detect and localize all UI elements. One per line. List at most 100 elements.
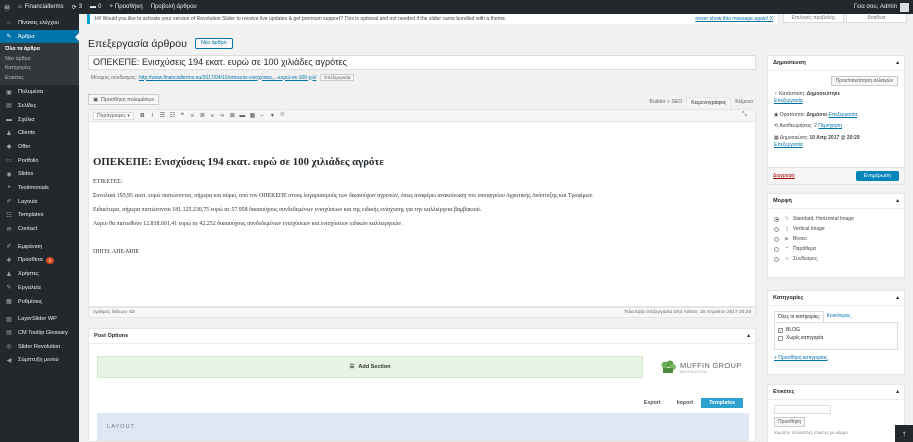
format-option[interactable]: ▯ Vertical Image — [768, 224, 904, 234]
tab-text[interactable]: Κείμενο — [731, 97, 757, 108]
preview-changes-button[interactable]: Προεπισκόπηση αλλαγών — [830, 76, 898, 86]
screen-options-button[interactable]: Επιλογές προβολής — [783, 14, 844, 23]
submenu-item[interactable]: Κατηγορίες — [0, 64, 79, 74]
sidebar-item[interactable]: ✎ Εργαλεία — [0, 281, 79, 295]
submenu-item[interactable]: Όλα τα άρθρα — [0, 45, 79, 55]
permalink-edit-button[interactable]: Επεξεργασία — [320, 74, 355, 81]
format-radio[interactable] — [774, 256, 779, 262]
format-radio[interactable] — [774, 236, 779, 242]
help-button[interactable]: Βοήθεια — [846, 14, 907, 23]
category-checkbox[interactable]: ✓ — [778, 327, 783, 333]
bullet-list-icon[interactable]: ☰ — [158, 113, 167, 119]
plugin-icon[interactable]: ⟐ — [278, 112, 287, 119]
sidebar-item[interactable]: ▬ Σχόλια — [0, 113, 79, 127]
import-button[interactable]: Import — [669, 398, 701, 408]
update-button[interactable]: Ενημέρωση — [855, 171, 899, 181]
post-options-header[interactable]: Post Options ▴ — [89, 329, 755, 344]
unlink-icon[interactable]: ⊠ — [228, 113, 237, 119]
view-post-link[interactable]: Προβολή άρθρου — [147, 0, 201, 14]
templates-button[interactable]: Templates — [701, 398, 743, 408]
revisions-browse-link[interactable]: Περιήγηση — [818, 123, 842, 129]
align-center-icon[interactable]: ≣ — [198, 113, 207, 119]
tab-popular-categories[interactable]: Κοινότερες — [824, 311, 854, 322]
editor-content[interactable]: ΟΠΕΚΕΠΕ: Ενισχύσεις 194 εκατ. ευρώ σε 10… — [88, 122, 756, 307]
format-option[interactable]: ∞ Σύνδεσμος — [768, 254, 904, 264]
sidebar-item[interactable]: ✐ Εμφάνιση — [0, 240, 79, 254]
collapse-arrow-icon[interactable]: ▴ — [896, 389, 899, 395]
sidebar-item[interactable]: ▦ Ρυθμίσεις — [0, 295, 79, 309]
collapse-arrow-icon[interactable]: ▴ — [896, 198, 899, 204]
link-icon[interactable]: ∞ — [218, 113, 227, 119]
tag-input[interactable] — [774, 405, 831, 414]
permalink-url[interactable]: http://www.financialterms.eu/2017/04/10/… — [139, 75, 316, 81]
category-item[interactable]: ✓ BLOG — [778, 326, 894, 334]
collapse-arrow-icon[interactable]: ▴ — [747, 333, 750, 339]
site-name-link[interactable]: ⌂ Financialterms — [14, 0, 68, 14]
categories-header[interactable]: Κατηγορίες ▴ — [768, 291, 904, 306]
format-select[interactable]: Παράγραφος ▾ — [93, 111, 134, 120]
numbered-list-icon[interactable]: ☷ — [168, 113, 177, 119]
category-item[interactable]: Χωρίς κατηγορία — [778, 334, 894, 342]
sidebar-item[interactable]: ◉ Slides — [0, 168, 79, 182]
sidebar-item[interactable]: ❝ Testimonials — [0, 181, 79, 195]
sidebar-item[interactable]: ✎ Άρθρα — [0, 29, 79, 44]
layout-section[interactable]: LAYOUT — [97, 413, 749, 441]
published-edit-link[interactable]: Επεξεργασία — [774, 142, 803, 148]
sidebar-item[interactable]: ✐ Layouts — [0, 195, 79, 209]
blockquote-icon[interactable]: ❝ — [178, 113, 187, 119]
align-left-icon[interactable]: ≡ — [188, 113, 197, 119]
dropdown-icon[interactable]: ▾ — [268, 113, 277, 119]
new-content-link[interactable]: + Προσθήκη — [105, 0, 146, 14]
sidebar-item[interactable]: ◎ Slider Revolution — [0, 340, 79, 354]
sidebar-item[interactable]: ◀ Σύμπτυξη μενού — [0, 353, 79, 367]
post-title-input[interactable]: ΟΠΕΚΕΠΕ: Ενισχύσεις 194 εκατ. ευρώ σε 10… — [88, 55, 756, 70]
sidebar-item[interactable]: ✚ Πρόσθετα 3 — [0, 254, 79, 268]
sidebar-item[interactable]: ▤ CM Tooltip Glossary — [0, 326, 79, 340]
category-checkbox[interactable] — [778, 335, 783, 341]
add-category-link[interactable]: + Προσθήκη κατηγορίας — [774, 355, 898, 361]
shortcode-icon[interactable]: ⌐ — [258, 113, 267, 119]
updates-link[interactable]: ⟳ 3 — [68, 0, 86, 14]
align-right-icon[interactable]: ≡ — [208, 113, 217, 119]
italic-icon[interactable]: I — [148, 113, 157, 119]
collapse-arrow-icon[interactable]: ▴ — [896, 60, 899, 66]
notice-dismiss-link[interactable]: never show this message again! X — [695, 16, 777, 22]
sidebar-item[interactable]: ▭ Portfolio — [0, 154, 79, 168]
format-radio[interactable] — [774, 216, 779, 222]
add-tag-button[interactable]: Προσθήκη — [774, 417, 806, 427]
toolbar-toggle-icon[interactable]: ▦ — [248, 113, 257, 119]
sidebar-item[interactable]: ▣ Πολυμέσα — [0, 85, 79, 99]
format-radio[interactable] — [774, 226, 779, 232]
sidebar-item[interactable]: ♟ Clients — [0, 126, 79, 140]
add-new-post-button[interactable]: Νέο άρθρο — [195, 38, 233, 49]
trash-link[interactable]: Διαγραφή — [773, 173, 795, 179]
submenu-item[interactable]: Ετικέτες — [0, 74, 79, 84]
add-section-button[interactable]: ☰ Add Section — [97, 356, 643, 378]
format-header[interactable]: Μορφή ▴ — [768, 194, 904, 209]
sidebar-item[interactable]: ✉ Contact — [0, 222, 79, 236]
visibility-edit-link[interactable]: Επεξεργασία — [828, 112, 857, 118]
tab-all-categories[interactable]: Όλες οι κατηγορίες — [774, 311, 824, 322]
sidebar-item[interactable]: ♟ Χρήστες — [0, 267, 79, 281]
comments-link[interactable]: ▬ 0 — [86, 0, 105, 14]
export-button[interactable]: Export — [636, 398, 669, 408]
format-option[interactable]: ✎ Standard, Horizontal Image — [768, 214, 904, 224]
publish-header[interactable]: Δημοσίευση ▴ — [768, 56, 904, 71]
tab-builder-seo[interactable]: Builder » SEO — [645, 97, 686, 108]
sidebar-item[interactable]: ⌂ Πίνακας ελέγχου — [0, 16, 79, 30]
format-radio[interactable] — [774, 246, 779, 252]
format-option[interactable]: ▶ Βίντεο — [768, 234, 904, 244]
sidebar-item[interactable]: ▤ Σελίδες — [0, 99, 79, 113]
sidebar-item[interactable]: ▧ LayerSlider WP — [0, 312, 79, 326]
sidebar-item[interactable]: ☷ Templates — [0, 209, 79, 223]
scroll-to-top-icon[interactable]: ↑ — [895, 425, 913, 442]
collapse-arrow-icon[interactable]: ▴ — [896, 295, 899, 301]
more-tag-icon[interactable]: ▬ — [238, 113, 247, 119]
fullscreen-icon[interactable]: ⤡ — [740, 112, 749, 119]
wordpress-logo-icon[interactable]: Ⓦ — [0, 0, 14, 14]
submenu-item[interactable]: Νέο άρθρο — [0, 55, 79, 65]
tab-visual[interactable]: Κειμενογράφος — [686, 97, 732, 108]
sidebar-item[interactable]: ◆ Offer — [0, 140, 79, 154]
add-media-button[interactable]: ▣ Προσθήκη πολυμέσων — [88, 94, 160, 105]
tags-header[interactable]: Ετικέτες ▴ — [768, 385, 904, 400]
